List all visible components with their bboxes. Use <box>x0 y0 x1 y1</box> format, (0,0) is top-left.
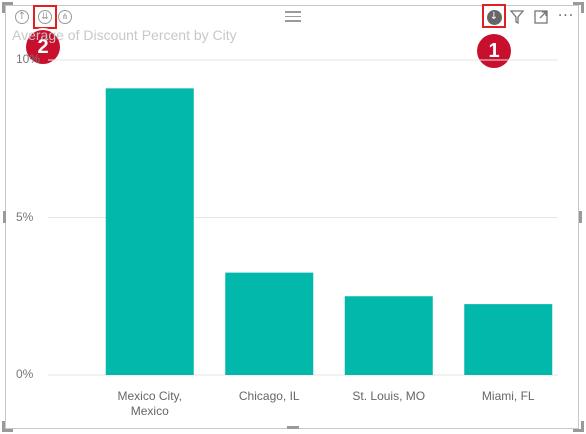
x-tick-label: Chicago, IL <box>238 389 300 403</box>
x-tick-label: Miami, FL <box>481 389 535 403</box>
y-tick-label: 0% <box>16 367 34 381</box>
bar[interactable] <box>105 88 194 375</box>
bar[interactable] <box>344 296 433 375</box>
bar[interactable] <box>464 304 553 375</box>
bar[interactable] <box>225 272 314 375</box>
x-tick-label: St. Louis, MO <box>352 389 426 403</box>
bar-chart <box>48 59 558 376</box>
y-tick-label: 5% <box>16 209 34 224</box>
x-tick-label: Mexico City, Mexico <box>117 389 182 418</box>
y-tick-label: 10% <box>16 52 41 66</box>
